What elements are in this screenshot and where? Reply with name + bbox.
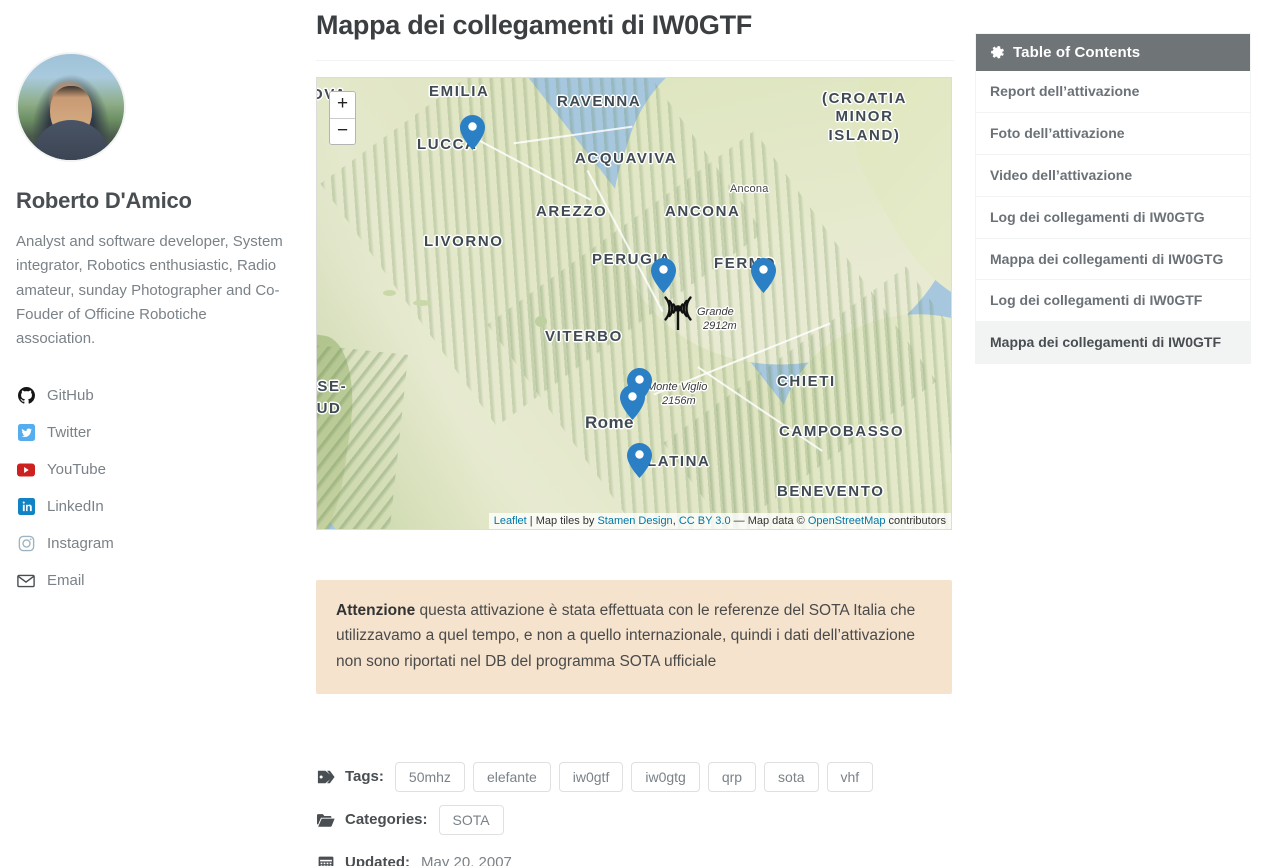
folder-icon (316, 811, 336, 829)
attr-contrib: contributors (885, 515, 946, 528)
toc-item[interactable]: Video dell’attivazione (976, 155, 1250, 197)
avatar-image (18, 54, 124, 160)
notice-text: questa attivazione è stata effettuata co… (336, 602, 916, 670)
linkedin-icon (16, 497, 36, 517)
social-links: GitHub Twitter YouTube LinkedIn Instagra… (16, 377, 284, 599)
main-content: Mappa dei collegamenti di IW0GTF EMILIA … (300, 0, 970, 866)
attention-notice: Attenzione questa attivazione è stata ef… (316, 580, 952, 694)
qso-marker-lucca[interactable] (460, 115, 485, 151)
page-root: Roberto D'Amico Analyst and software dev… (0, 0, 1262, 866)
attr-sep: | (526, 515, 536, 528)
zoom-out-button[interactable]: − (330, 118, 355, 145)
category-chip[interactable]: SOTA (438, 804, 504, 835)
qso-marker-perugia[interactable] (651, 258, 676, 294)
social-link-linkedin[interactable]: LinkedIn (16, 488, 284, 525)
tag-chip[interactable]: iw0gtg (631, 761, 700, 792)
toc-item[interactable]: Foto dell’attivazione (976, 113, 1250, 155)
categories-list: SOTA (438, 804, 512, 835)
notice-strong: Attenzione (336, 602, 416, 620)
github-icon (16, 386, 36, 406)
gear-icon (990, 45, 1005, 60)
updated-row: Updated: May 20, 2007 (316, 846, 956, 866)
youtube-icon (16, 460, 36, 480)
attr-tiles-by: Map tiles by (535, 515, 598, 528)
toc-item[interactable]: Mappa dei collegamenti di IW0GTF (976, 322, 1250, 364)
categories-label: Categories: (345, 811, 428, 829)
tag-chip[interactable]: 50mhz (394, 761, 465, 792)
twitter-icon (16, 423, 36, 443)
qso-marker-latina[interactable] (627, 443, 652, 479)
zoom-in-button[interactable]: + (330, 92, 355, 119)
social-link-youtube[interactable]: YouTube (16, 451, 284, 488)
osm-link[interactable]: OpenStreetMap (808, 515, 886, 527)
tags-row: Tags: 50mhz elefante iw0gtf iw0gtg qrp sota vh… (316, 760, 956, 794)
instagram-icon (16, 534, 36, 554)
toc-item[interactable]: Log dei collegamenti di IW0GTG (976, 197, 1250, 239)
social-label: Twitter (47, 424, 92, 442)
map-lake (535, 316, 547, 328)
qso-marker-viglio-2[interactable] (620, 385, 645, 421)
toc-item[interactable]: Mappa dei collegamenti di IW0GTG (976, 239, 1250, 281)
categories-row: Categories: SOTA (316, 803, 956, 837)
social-label: Email (47, 572, 85, 590)
toc-list: Report dell’attivazione Foto dell’attivaz… (976, 71, 1250, 364)
author-bio: Analyst and software developer, System i… (16, 233, 283, 348)
page-title: Mappa dei collegamenti di IW0GTF (316, 10, 752, 40)
author-name: Roberto D'Amico (16, 188, 192, 213)
tags-list: 50mhz elefante iw0gtf iw0gtg qrp sota vhf (394, 761, 881, 792)
license-link[interactable]: CC BY 3.0 (679, 515, 731, 527)
social-label: LinkedIn (47, 498, 104, 516)
qso-marker-fermo[interactable] (751, 258, 776, 294)
email-icon (16, 571, 36, 591)
updated-value: May 20, 2007 (421, 854, 512, 866)
social-label: YouTube (47, 461, 106, 479)
map-zoom-controls[interactable]: + − (329, 91, 356, 146)
leaflet-link[interactable]: Leaflet (494, 515, 527, 527)
toc-title: Table of Contents (1013, 44, 1141, 61)
tag-icon (316, 768, 336, 786)
tag-chip[interactable]: elefante (472, 761, 551, 792)
social-link-instagram[interactable]: Instagram (16, 525, 284, 562)
stamen-link[interactable]: Stamen Design (597, 515, 672, 527)
tags-label: Tags: (345, 768, 384, 786)
toc-item[interactable]: Log dei collegamenti di IW0GTF (976, 280, 1250, 323)
attr-data: Map data © (747, 515, 808, 528)
updated-label: Updated: (345, 854, 410, 866)
author-sidebar: Roberto D'Amico Analyst and software dev… (0, 0, 300, 866)
tag-chip[interactable]: vhf (826, 761, 874, 792)
leaflet-map[interactable]: OVAEMILIARAVENNA(CROATIAMINORISLAND)LUCC… (316, 77, 952, 531)
toc-header: Table of Contents (976, 34, 1250, 71)
social-link-email[interactable]: Email (16, 562, 284, 599)
tag-chip[interactable]: sota (764, 761, 819, 792)
tag-chip[interactable]: iw0gtf (558, 761, 624, 792)
toc-item[interactable]: Report dell’attivazione (976, 71, 1250, 113)
social-link-github[interactable]: GitHub (16, 377, 284, 414)
summit-transmitter-icon (657, 290, 697, 332)
attr-dash: — (730, 515, 748, 528)
avatar (16, 52, 126, 162)
calendar-icon (316, 854, 336, 866)
social-link-twitter[interactable]: Twitter (16, 414, 284, 451)
social-label: GitHub (47, 387, 94, 405)
title-divider (316, 60, 954, 62)
social-label: Instagram (47, 535, 114, 553)
map-attribution: Leaflet | Map tiles by Stamen Design, CC… (488, 513, 951, 530)
table-of-contents: Table of Contents Report dell’attivazion… (975, 33, 1251, 365)
tag-chip[interactable]: qrp (707, 761, 757, 792)
post-meta: Tags: 50mhz elefante iw0gtf iw0gtg qrp sota vh… (316, 760, 956, 866)
